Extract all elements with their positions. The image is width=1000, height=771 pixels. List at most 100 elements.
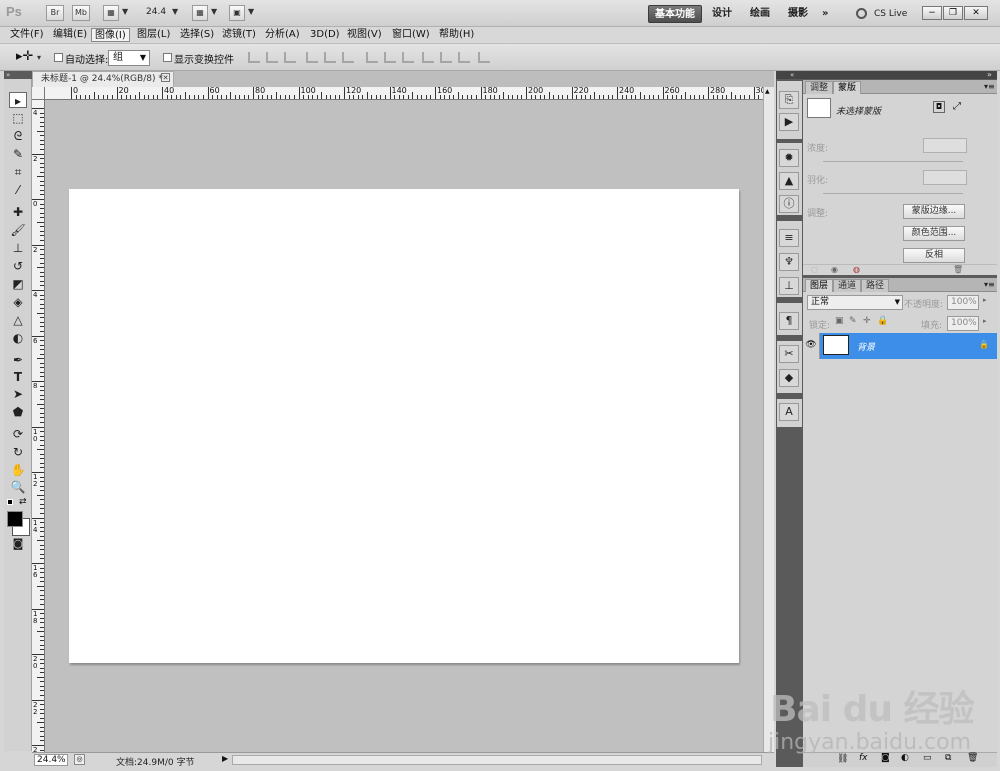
dock-collapse-icon[interactable]: « bbox=[776, 71, 803, 79]
document-tab[interactable]: 未标题-1 @ 24.4%(RGB/8) * ✕ bbox=[32, 71, 174, 87]
screen-mode-button[interactable]: ▣ bbox=[229, 5, 245, 21]
distribute-top-icon[interactable] bbox=[366, 52, 378, 63]
histogram-panel-icon[interactable]: ▲ bbox=[779, 172, 799, 190]
auto-select-dropdown[interactable]: 组 ▼ bbox=[108, 50, 150, 66]
move-tool-icon[interactable]: ▸ bbox=[9, 92, 27, 108]
info-panel-icon[interactable]: ⓘ bbox=[779, 195, 799, 213]
3d-layers-panel-icon[interactable]: ◆ bbox=[779, 369, 799, 387]
zoom-status-field[interactable]: 24.4% bbox=[34, 754, 68, 766]
chevron-down-icon[interactable]: ▼ bbox=[248, 7, 254, 16]
brush-tool-icon[interactable]: 🖌 bbox=[9, 222, 27, 238]
auto-select-checkbox[interactable] bbox=[54, 53, 63, 62]
navigator-panel-icon[interactable]: ✹ bbox=[779, 149, 799, 167]
workspace-design[interactable]: 设计 bbox=[706, 5, 738, 23]
tab-masks[interactable]: 蒙版 bbox=[833, 81, 862, 94]
ruler-origin[interactable] bbox=[32, 87, 45, 100]
mask-edge-button[interactable]: 蒙版边缘... bbox=[903, 204, 965, 219]
restore-button[interactable]: ❐ bbox=[943, 6, 963, 20]
actions-panel-icon[interactable]: ▶ bbox=[779, 113, 799, 131]
lock-all-icon[interactable]: 🔒 bbox=[877, 316, 888, 326]
view-extras-button[interactable]: ▦ bbox=[103, 5, 119, 21]
history-panel-icon[interactable]: ⎘ bbox=[779, 91, 799, 109]
path-selection-tool-icon[interactable]: ➤ bbox=[9, 386, 27, 402]
apply-mask-icon[interactable]: ◉ bbox=[831, 265, 838, 274]
auto-align-icon[interactable] bbox=[478, 52, 490, 63]
canvas-area[interactable] bbox=[45, 100, 763, 752]
marquee-tool-icon[interactable]: ⬚ bbox=[9, 110, 27, 126]
quick-mask-icon[interactable]: ◙ bbox=[9, 536, 27, 552]
close-button[interactable]: ✕ bbox=[964, 6, 988, 20]
align-left-icon[interactable] bbox=[306, 52, 318, 63]
align-vcenter-icon[interactable] bbox=[266, 52, 278, 63]
distribute-bottom-icon[interactable] bbox=[402, 52, 414, 63]
pen-tool-icon[interactable]: ✒ bbox=[9, 352, 27, 368]
minimize-button[interactable]: − bbox=[922, 6, 942, 20]
eraser-tool-icon[interactable]: ◩ bbox=[9, 276, 27, 292]
default-colors-icon[interactable] bbox=[7, 499, 13, 505]
lock-transparency-icon[interactable]: ▣ bbox=[835, 316, 844, 326]
workspace-photography[interactable]: 摄影 bbox=[782, 5, 814, 23]
menu-view[interactable]: 视图(V) bbox=[344, 28, 385, 42]
opacity-field[interactable]: 100% bbox=[947, 295, 979, 310]
chevron-down-icon[interactable]: ▾ bbox=[37, 53, 41, 62]
load-selection-icon[interactable]: ◌ bbox=[811, 265, 818, 274]
lock-position-icon[interactable]: ✛ bbox=[863, 316, 871, 326]
panel-menu-icon[interactable]: ▾≡ bbox=[984, 280, 995, 289]
dodge-tool-icon[interactable]: ◐ bbox=[9, 330, 27, 346]
layer-style-icon[interactable]: fx bbox=[859, 753, 868, 763]
menu-select[interactable]: 选择(S) bbox=[177, 28, 217, 42]
vector-mask-icon[interactable]: ⤢ bbox=[953, 101, 961, 112]
adjustment-layer-icon[interactable]: ◐ bbox=[901, 753, 909, 763]
clone-stamp-tool-icon[interactable]: ⊥ bbox=[9, 240, 27, 256]
3d-panel-icon[interactable]: ✂ bbox=[779, 345, 799, 363]
menu-window[interactable]: 窗口(W) bbox=[389, 28, 433, 42]
layer-name[interactable]: 背景 bbox=[857, 340, 875, 353]
horizontal-scrollbar[interactable] bbox=[232, 755, 762, 765]
vertical-ruler[interactable]: 42024681012141618202224 bbox=[32, 100, 45, 752]
tab-paths[interactable]: 路径 bbox=[861, 279, 890, 292]
eyedropper-tool-icon[interactable]: ⁄ bbox=[9, 182, 27, 198]
blur-tool-icon[interactable]: △ bbox=[9, 312, 27, 328]
bridge-button[interactable]: Br bbox=[46, 5, 64, 21]
quick-selection-tool-icon[interactable]: ✎ bbox=[9, 146, 27, 162]
align-top-icon[interactable] bbox=[248, 52, 260, 63]
align-bottom-icon[interactable] bbox=[284, 52, 296, 63]
align-right-icon[interactable] bbox=[342, 52, 354, 63]
distribute-hcenter-icon[interactable] bbox=[440, 52, 452, 63]
history-brush-tool-icon[interactable]: ↺ bbox=[9, 258, 27, 274]
tab-layers[interactable]: 图层 bbox=[805, 279, 834, 292]
tab-channels[interactable]: 通道 bbox=[833, 279, 862, 292]
paint-bucket-tool-icon[interactable]: ◈ bbox=[9, 294, 27, 310]
cs-live-button[interactable]: CS Live bbox=[868, 5, 913, 23]
lock-image-icon[interactable]: ✎ bbox=[849, 316, 857, 326]
3d-rotate-tool-icon[interactable]: ⟳ bbox=[9, 426, 27, 442]
distribute-vcenter-icon[interactable] bbox=[384, 52, 396, 63]
menu-layer[interactable]: 图层(L) bbox=[134, 28, 173, 42]
shape-tool-icon[interactable]: ⬟ bbox=[9, 404, 27, 420]
menu-filter[interactable]: 滤镜(T) bbox=[219, 28, 259, 42]
menu-help[interactable]: 帮助(H) bbox=[436, 28, 477, 42]
3d-orbit-tool-icon[interactable]: ↻ bbox=[9, 444, 27, 460]
swap-colors-icon[interactable]: ⇄ bbox=[19, 497, 27, 507]
panel-menu-icon[interactable]: ▾≡ bbox=[984, 82, 995, 91]
brush-presets-panel-icon[interactable]: ≡ bbox=[779, 229, 799, 247]
vertical-scrollbar[interactable]: ▲ bbox=[763, 87, 774, 752]
feather-field[interactable] bbox=[923, 170, 967, 185]
delete-mask-icon[interactable]: 🗑 bbox=[953, 265, 963, 274]
feather-slider[interactable] bbox=[823, 193, 963, 194]
status-preview-icon[interactable]: ◎ bbox=[74, 754, 85, 765]
delete-layer-icon[interactable]: 🗑 bbox=[967, 753, 978, 763]
tool-presets-panel-icon[interactable]: ⊥ bbox=[779, 277, 799, 295]
scroll-up-icon[interactable]: ▲ bbox=[765, 88, 770, 95]
type-tool-icon[interactable]: T bbox=[9, 369, 27, 385]
zoom-level[interactable]: 24.4 bbox=[146, 7, 166, 17]
layer-row-background[interactable]: 👁 背景 🔒 bbox=[803, 333, 997, 359]
distribute-left-icon[interactable] bbox=[422, 52, 434, 63]
tools-collapse-icon[interactable]: » bbox=[4, 71, 32, 79]
lasso-tool-icon[interactable]: ᘓ bbox=[9, 128, 27, 144]
chevron-right-icon[interactable]: ▸ bbox=[983, 296, 987, 304]
new-layer-icon[interactable]: ⧉ bbox=[945, 753, 951, 763]
color-range-button[interactable]: 颜色范围... bbox=[903, 226, 965, 241]
panel-dock-collapse-icon[interactable]: » bbox=[987, 70, 992, 79]
disable-mask-icon[interactable]: ◍ bbox=[853, 265, 860, 274]
